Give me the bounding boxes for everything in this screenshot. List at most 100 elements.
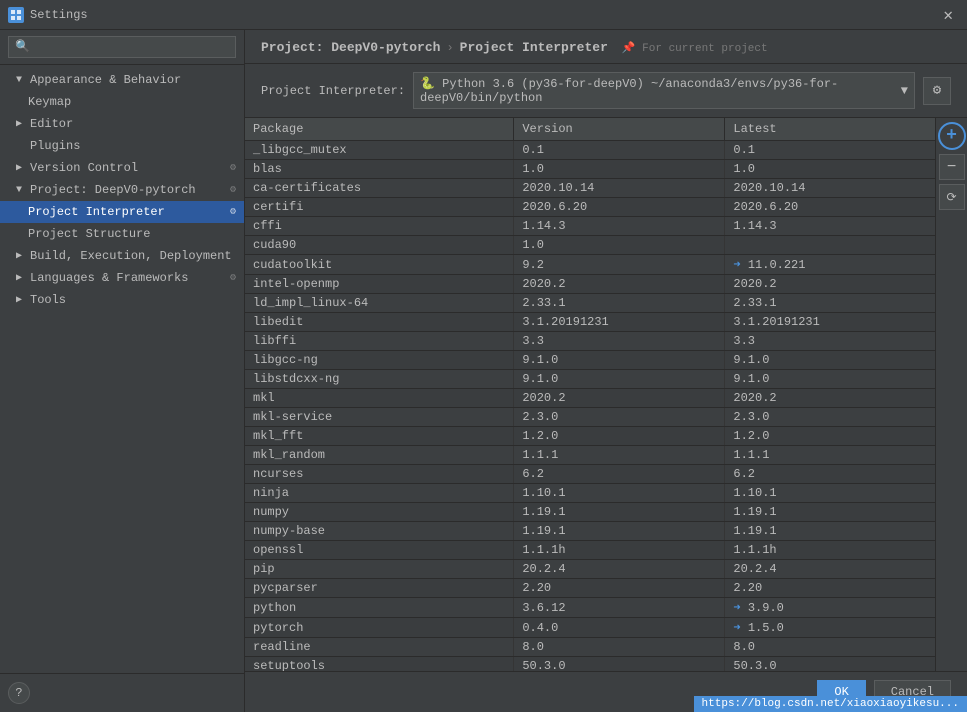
- sidebar-item-label: Build, Execution, Deployment: [30, 249, 232, 263]
- package-latest: 1.19.1: [725, 522, 935, 541]
- table-row[interactable]: intel-openmp2020.22020.2: [245, 275, 935, 294]
- main-layout: ▼ Appearance & Behavior Keymap ▶ Editor …: [0, 30, 967, 712]
- close-button[interactable]: ✕: [937, 3, 959, 27]
- update-arrow-icon: ➜: [733, 601, 747, 615]
- table-row[interactable]: setuptools50.3.050.3.0: [245, 657, 935, 672]
- help-button[interactable]: ?: [8, 682, 30, 704]
- table-row[interactable]: mkl_fft1.2.01.2.0: [245, 427, 935, 446]
- table-row[interactable]: numpy-base1.19.11.19.1: [245, 522, 935, 541]
- sidebar-item-languages[interactable]: ▶ Languages & Frameworks ⚙: [0, 267, 244, 289]
- package-version: 20.2.4: [514, 560, 725, 579]
- table-row[interactable]: ninja1.10.11.10.1: [245, 484, 935, 503]
- table-row[interactable]: cudatoolkit9.2➜ 11.0.221: [245, 255, 935, 275]
- sidebar-item-build[interactable]: ▶ Build, Execution, Deployment: [0, 245, 244, 267]
- search-box: [0, 30, 244, 65]
- table-row[interactable]: numpy1.19.11.19.1: [245, 503, 935, 522]
- sidebar-item-label: Plugins: [30, 139, 80, 153]
- sidebar-item-project[interactable]: ▼ Project: DeepV0-pytorch ⚙: [0, 179, 244, 201]
- sidebar-item-label: Project Interpreter: [28, 205, 165, 219]
- sidebar-item-plugins[interactable]: ▶ Plugins: [0, 135, 244, 157]
- col-latest[interactable]: Latest: [725, 118, 935, 141]
- package-latest: 8.0: [725, 638, 935, 657]
- interpreter-gear-button[interactable]: ⚙: [923, 77, 951, 105]
- package-latest: 1.10.1: [725, 484, 935, 503]
- table-row[interactable]: mkl-service2.3.02.3.0: [245, 408, 935, 427]
- table-row[interactable]: libstdcxx-ng9.1.09.1.0: [245, 370, 935, 389]
- package-version: 1.0: [514, 160, 725, 179]
- expand-icon: ▶: [16, 294, 26, 306]
- interpreter-select[interactable]: 🐍 Python 3.6 (py36-for-deepV0) ~/anacond…: [413, 72, 915, 109]
- sidebar-item-editor[interactable]: ▶ Editor: [0, 113, 244, 135]
- package-version: 2020.2: [514, 275, 725, 294]
- package-name: readline: [245, 638, 514, 657]
- package-version: 9.1.0: [514, 370, 725, 389]
- package-latest: 50.3.0: [725, 657, 935, 672]
- package-version: 2020.6.20: [514, 198, 725, 217]
- sidebar-item-project-interpreter[interactable]: Project Interpreter ⚙: [0, 201, 244, 223]
- search-input[interactable]: [8, 36, 236, 58]
- packages-table: Package Version Latest _libgcc_mutex0.10…: [245, 118, 935, 671]
- col-package[interactable]: Package: [245, 118, 514, 141]
- package-latest: 3.1.20191231: [725, 313, 935, 332]
- package-name: pip: [245, 560, 514, 579]
- sidebar-item-tools[interactable]: ▶ Tools: [0, 289, 244, 311]
- table-container[interactable]: Package Version Latest _libgcc_mutex0.10…: [245, 118, 935, 671]
- interpreter-value: 🐍 Python 3.6 (py36-for-deepV0) ~/anacond…: [420, 76, 901, 105]
- sidebar-item-project-structure[interactable]: Project Structure: [0, 223, 244, 245]
- table-row[interactable]: readline8.08.0: [245, 638, 935, 657]
- package-latest: 3.3: [725, 332, 935, 351]
- package-version: 2.3.0: [514, 408, 725, 427]
- package-name: mkl-service: [245, 408, 514, 427]
- package-name: libffi: [245, 332, 514, 351]
- package-version: 1.1.1: [514, 446, 725, 465]
- table-wrapper: Package Version Latest _libgcc_mutex0.10…: [245, 118, 967, 671]
- package-latest: 1.1.1h: [725, 541, 935, 560]
- table-row[interactable]: blas1.01.0: [245, 160, 935, 179]
- sidebar-item-keymap[interactable]: Keymap: [0, 91, 244, 113]
- package-version: 0.1: [514, 141, 725, 160]
- package-version: 3.6.12: [514, 598, 725, 618]
- table-row[interactable]: pycparser2.202.20: [245, 579, 935, 598]
- interpreter-icon: ⚙: [230, 206, 236, 218]
- interpreter-label: Project Interpreter:: [261, 84, 405, 98]
- table-row[interactable]: ca-certificates2020.10.142020.10.14: [245, 179, 935, 198]
- table-row[interactable]: pytorch0.4.0➜ 1.5.0: [245, 618, 935, 638]
- table-row[interactable]: cffi1.14.31.14.3: [245, 217, 935, 236]
- remove-package-button[interactable]: −: [939, 154, 965, 180]
- table-row[interactable]: pip20.2.420.2.4: [245, 560, 935, 579]
- table-row[interactable]: python3.6.12➜ 3.9.0: [245, 598, 935, 618]
- package-latest: 1.1.1: [725, 446, 935, 465]
- add-package-button[interactable]: +: [938, 122, 966, 150]
- breadcrumb-current: Project Interpreter: [460, 40, 608, 55]
- package-latest: 2020.2: [725, 275, 935, 294]
- package-latest: 9.1.0: [725, 370, 935, 389]
- sidebar-item-appearance[interactable]: ▼ Appearance & Behavior: [0, 69, 244, 91]
- sidebar-item-version-control[interactable]: ▶ Version Control ⚙: [0, 157, 244, 179]
- package-version: 8.0: [514, 638, 725, 657]
- package-name: numpy: [245, 503, 514, 522]
- table-row[interactable]: _libgcc_mutex0.10.1: [245, 141, 935, 160]
- col-version[interactable]: Version: [514, 118, 725, 141]
- package-name: cffi: [245, 217, 514, 236]
- package-latest: ➜ 11.0.221: [725, 255, 935, 275]
- table-row[interactable]: libffi3.33.3: [245, 332, 935, 351]
- table-row[interactable]: openssl1.1.1h1.1.1h: [245, 541, 935, 560]
- table-row[interactable]: mkl_random1.1.11.1.1: [245, 446, 935, 465]
- upgrade-package-button[interactable]: ⟳: [939, 184, 965, 210]
- url-bar: https://blog.csdn.net/xiaoxiaoyikesu...: [694, 696, 967, 712]
- table-row[interactable]: cuda901.0: [245, 236, 935, 255]
- table-row[interactable]: mkl2020.22020.2: [245, 389, 935, 408]
- package-version: 50.3.0: [514, 657, 725, 672]
- sidebar-item-label: Editor: [30, 117, 73, 131]
- dropdown-arrow-icon: ▼: [901, 84, 908, 98]
- table-row[interactable]: ncurses6.26.2: [245, 465, 935, 484]
- sidebar-item-label: Languages & Frameworks: [30, 271, 188, 285]
- package-version: 1.0: [514, 236, 725, 255]
- table-row[interactable]: libgcc-ng9.1.09.1.0: [245, 351, 935, 370]
- package-version: 2.20: [514, 579, 725, 598]
- table-row[interactable]: ld_impl_linux-642.33.12.33.1: [245, 294, 935, 313]
- package-name: cuda90: [245, 236, 514, 255]
- table-row[interactable]: libedit3.1.201912313.1.20191231: [245, 313, 935, 332]
- package-name: numpy-base: [245, 522, 514, 541]
- table-row[interactable]: certifi2020.6.202020.6.20: [245, 198, 935, 217]
